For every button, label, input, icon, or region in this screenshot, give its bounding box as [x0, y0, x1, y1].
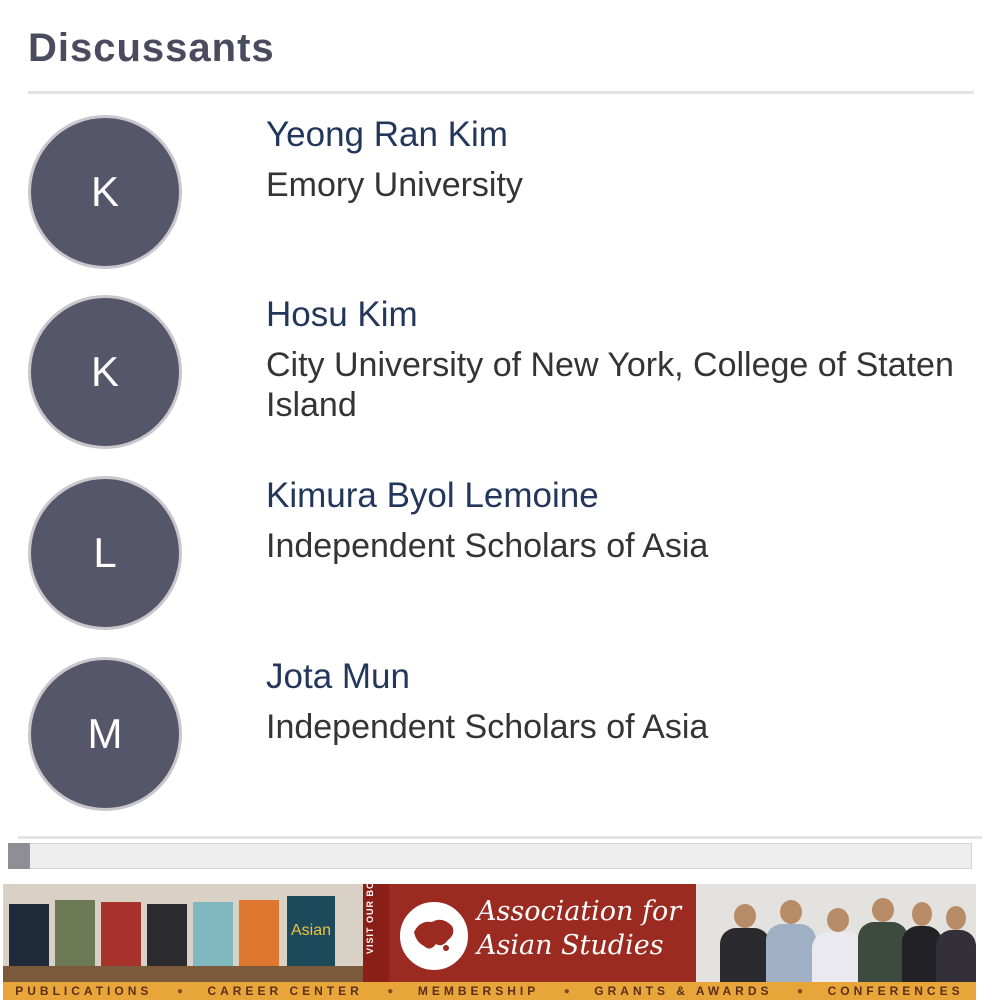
person-figure [720, 904, 770, 982]
nav-career-center[interactable]: CAREER CENTER [207, 984, 362, 998]
nav-conferences[interactable]: CONFERENCES [828, 984, 964, 998]
book-cover [101, 902, 141, 966]
book-cover [147, 904, 187, 966]
person-figure [812, 908, 864, 982]
avatar-initial: K [90, 348, 119, 395]
bookshelf [3, 966, 363, 982]
book-cover-asian-studies: Asian [287, 896, 335, 966]
nav-separator: ● [387, 985, 394, 997]
discussant-affiliation: Independent Scholars of Asia [266, 708, 709, 746]
page-edge [976, 884, 1000, 1000]
nav-separator: ● [797, 985, 804, 997]
discussant-affiliation: City University of New York, College of … [266, 346, 954, 424]
person-figure [936, 906, 976, 982]
avatar: K [28, 115, 182, 269]
discussant-card[interactable]: L Kimura Byol Lemoine Independent Schola… [28, 476, 974, 636]
discussant-card[interactable]: K Yeong Ran Kim Emory University [28, 115, 974, 275]
aas-logo-icon [400, 902, 468, 970]
nav-publications[interactable]: PUBLICATIONS [15, 984, 152, 998]
avatar: L [28, 476, 182, 630]
discussant-name[interactable]: Kimura Byol Lemoine [266, 476, 599, 516]
scrollbar-thumb[interactable] [8, 843, 30, 869]
discussant-card[interactable]: M Jota Mun Independent Scholars of Asia [28, 657, 974, 817]
nav-membership[interactable]: MEMBERSHIP [418, 984, 539, 998]
person-figure [766, 900, 816, 982]
section-title: Discussants [28, 26, 275, 70]
horizontal-scrollbar[interactable] [8, 843, 972, 869]
discussant-name[interactable]: Jota Mun [266, 657, 410, 697]
nav-separator: ● [563, 985, 570, 997]
aas-advertisement-banner[interactable]: Asian VISIT OUR BOOTH Association for As… [3, 884, 976, 1000]
avatar-initial: L [93, 529, 117, 576]
book-covers-image: Asian [3, 884, 363, 982]
attendees-photo [696, 884, 976, 982]
avatar: M [28, 657, 182, 811]
discussant-affiliation: Emory University [266, 166, 523, 204]
discussant-name[interactable]: Yeong Ran Kim [266, 115, 508, 155]
avatar-initial: M [87, 710, 123, 757]
org-name-line1: Association for [477, 896, 682, 927]
avatar: K [28, 295, 182, 449]
book-cover [9, 904, 49, 966]
discussant-name[interactable]: Hosu Kim [266, 295, 418, 335]
nav-separator: ● [176, 985, 183, 997]
person-figure [858, 898, 908, 982]
book-cover [55, 900, 95, 966]
book-cover [193, 902, 233, 966]
content-divider [18, 836, 982, 839]
banner-nav: PUBLICATIONS ● CAREER CENTER ● MEMBERSHI… [3, 982, 976, 1000]
avatar-initial: K [90, 168, 119, 215]
scrollbar-corner [972, 843, 1000, 869]
book-cover [239, 900, 279, 966]
org-name-line2: Asian Studies [477, 930, 664, 961]
discussant-card[interactable]: K Hosu Kim City University of New York, … [28, 295, 974, 455]
nav-grants-awards[interactable]: GRANTS & AWARDS [594, 984, 772, 998]
title-divider [28, 91, 974, 94]
visit-booth-label: VISIT OUR BOOTH [365, 884, 375, 954]
discussant-affiliation: Independent Scholars of Asia [266, 527, 709, 565]
